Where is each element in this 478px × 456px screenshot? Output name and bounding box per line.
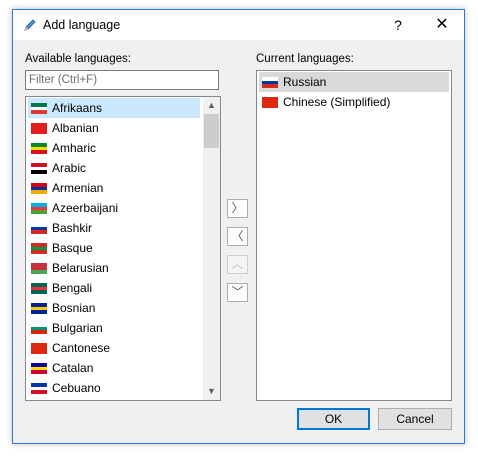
list-item[interactable]: Russian <box>259 72 449 92</box>
flag-icon <box>31 163 47 174</box>
current-languages-label: Current languages: <box>256 53 354 65</box>
list-item[interactable]: Bengali <box>28 278 200 298</box>
list-item-label: Cantonese <box>52 341 111 355</box>
flag-icon <box>31 303 47 314</box>
flag-icon <box>31 263 47 274</box>
list-item[interactable]: Albanian <box>28 118 200 138</box>
scrollbar-thumb[interactable] <box>204 114 219 148</box>
add-language-dialog: Add language ? ✕ Available languages: Cu… <box>12 9 465 444</box>
ok-button[interactable]: OK <box>297 408 370 430</box>
move-down-button[interactable]: ﹀ <box>227 283 248 302</box>
scroll-down-button[interactable]: ▼ <box>203 383 220 400</box>
pencil-icon <box>24 19 36 31</box>
available-languages-label: Available languages: <box>25 53 131 65</box>
list-item-label: Arabic <box>52 161 87 175</box>
list-item[interactable]: Catalan <box>28 358 200 378</box>
flag-icon <box>31 283 47 294</box>
list-item-label: Bosnian <box>52 301 96 315</box>
scroll-up-button[interactable]: ▲ <box>203 97 220 114</box>
remove-language-button[interactable]: 〈 <box>227 227 248 246</box>
flag-icon <box>31 103 47 114</box>
list-item-label: Azeerbaijani <box>52 201 119 215</box>
list-item-label: Bulgarian <box>52 321 103 335</box>
list-item-label: Catalan <box>52 361 94 375</box>
list-item[interactable]: Cantonese <box>28 338 200 358</box>
flag-icon <box>31 143 47 154</box>
close-button[interactable]: ✕ <box>427 10 457 40</box>
list-item[interactable]: Bashkir <box>28 218 200 238</box>
list-item[interactable]: Azeerbaijani <box>28 198 200 218</box>
filter-field[interactable] <box>25 70 219 90</box>
flag-icon <box>31 363 47 374</box>
flag-icon <box>31 183 47 194</box>
list-item-label: Afrikaans <box>52 101 103 115</box>
list-item[interactable]: Basque <box>28 238 200 258</box>
flag-icon <box>31 323 47 334</box>
list-item[interactable]: Arabic <box>28 158 200 178</box>
flag-icon <box>31 343 47 354</box>
window-title: Add language <box>43 18 121 32</box>
flag-icon <box>31 203 47 214</box>
vertical-scrollbar[interactable]: ▲ ▼ <box>203 97 220 400</box>
filter-input[interactable] <box>29 72 215 88</box>
list-item-label: Bengali <box>52 281 93 295</box>
list-item[interactable]: Afrikaans <box>28 98 200 118</box>
list-item[interactable]: Cebuano <box>28 378 200 398</box>
flag-icon <box>31 243 47 254</box>
list-item-label: Bashkir <box>52 221 93 235</box>
list-item-label: Russian <box>283 75 327 89</box>
current-languages-list[interactable]: Russian Chinese (Simplified) <box>256 70 452 401</box>
cancel-button[interactable]: Cancel <box>378 408 452 430</box>
list-item-label: Armenian <box>52 181 104 195</box>
list-item-label: Basque <box>52 241 93 255</box>
help-button[interactable]: ? <box>383 10 413 40</box>
flag-icon <box>31 223 47 234</box>
list-item-label: Amharic <box>52 141 97 155</box>
list-item[interactable]: Bosnian <box>28 298 200 318</box>
list-item[interactable]: Chinese (Simplified) <box>259 92 449 112</box>
list-item-label: Albanian <box>52 121 99 135</box>
flag-icon <box>262 97 278 108</box>
list-item[interactable]: Belarusian <box>28 258 200 278</box>
list-item-label: Belarusian <box>52 261 109 275</box>
add-language-button[interactable]: 〉 <box>227 199 248 218</box>
move-up-button[interactable]: ︿ <box>227 255 248 274</box>
list-item-label: Cebuano <box>52 381 101 395</box>
list-item[interactable]: Amharic <box>28 138 200 158</box>
flag-icon <box>31 123 47 134</box>
flag-icon <box>262 77 278 88</box>
list-item[interactable]: Armenian <box>28 178 200 198</box>
list-item[interactable]: Bulgarian <box>28 318 200 338</box>
title-bar: Add language ? ✕ <box>13 10 464 40</box>
flag-icon <box>31 383 47 394</box>
list-item-label: Chinese (Simplified) <box>283 95 391 109</box>
available-languages-list[interactable]: Afrikaans Albanian Amharic Arabic Armenian Az… <box>25 96 221 401</box>
